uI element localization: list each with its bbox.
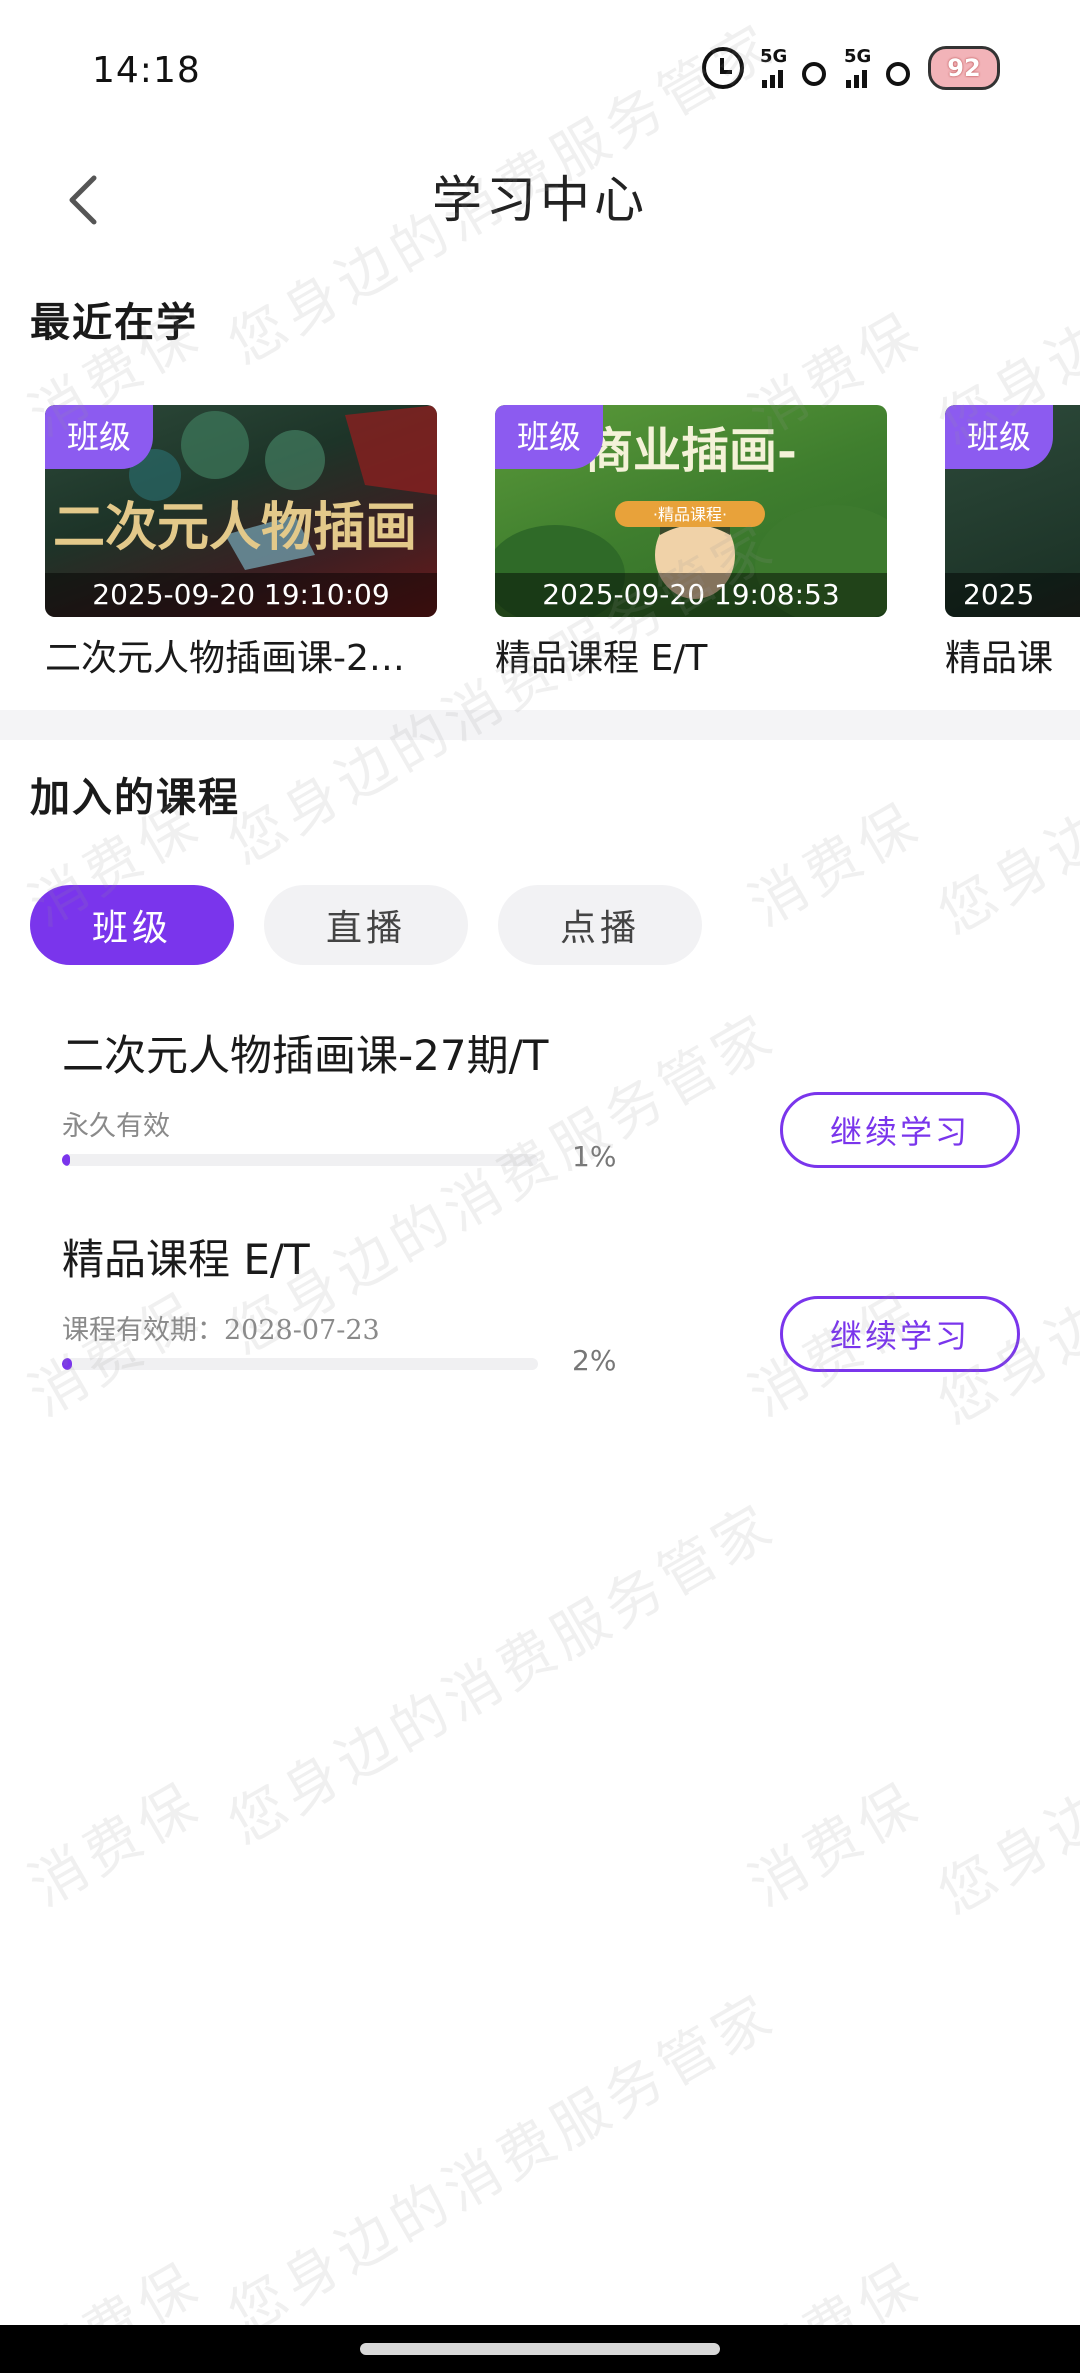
tab-class[interactable]: 班级 — [30, 885, 234, 965]
home-indicator[interactable] — [360, 2343, 720, 2355]
recent-course-card[interactable]: 商业插画- ·精品课程· 班级 2025-09-20 19:08:53 精品课程… — [495, 405, 887, 681]
page-title: 学习中心 — [432, 171, 648, 229]
recent-course-title[interactable]: 精品课 — [945, 629, 1080, 681]
course-thumbnail[interactable]: 商业插画- ·精品课程· 班级 2025-09-20 19:08:53 — [495, 405, 887, 617]
watermark-text: 您身边的消费服务管家 — [927, 1561, 1080, 1928]
recent-course-strip[interactable]: 二次元人物插画 班级 2025-09-20 19:10:09 二次元人物插画课-… — [0, 405, 1080, 685]
alarm-icon — [702, 47, 744, 89]
course-list-item[interactable]: 二次元人物插画课-27期/T 永久有效 1% 继续学习 — [0, 1022, 1080, 1202]
recent-course-title[interactable]: 二次元人物插画课-2… — [45, 629, 437, 681]
watermark-text: 消费保 — [18, 1770, 213, 1920]
last-study-time: 2025-09-20 19:08:53 — [495, 573, 887, 617]
course-list-item[interactable]: 精品课程 E/T 课程有效期：2028-07-23 2% 继续学习 — [0, 1226, 1080, 1406]
course-name[interactable]: 精品课程 E/T — [62, 1226, 310, 1287]
signal-5g-icon: 5G — [760, 46, 828, 90]
continue-learning-button[interactable]: 继续学习 — [780, 1296, 1020, 1372]
course-thumbnail[interactable]: 班级 2025 — [945, 405, 1080, 617]
recent-course-title[interactable]: 精品课程 E/T — [495, 629, 887, 681]
recent-course-card[interactable]: 班级 2025 精品课 — [945, 405, 1080, 681]
cover-title-art: 二次元人物插画 — [53, 497, 417, 558]
last-study-time: 2025-09-20 19:10:09 — [45, 573, 437, 617]
progress-fill — [62, 1358, 72, 1370]
header: 学习中心 — [0, 140, 1080, 260]
progress-fill — [62, 1154, 70, 1166]
progress-percent: 2% — [572, 1344, 617, 1377]
progress-percent: 1% — [572, 1140, 617, 1173]
progress-bar — [62, 1154, 538, 1166]
joined-section-title: 加入的课程 — [30, 774, 240, 821]
cover-title-art: 商业插画- — [585, 423, 797, 479]
watermark-text: 您身边的消费服务管家 — [217, 1981, 788, 2348]
status-icons: 5G 5G 92 — [702, 46, 1000, 90]
course-name[interactable]: 二次元人物插画课-27期/T — [62, 1022, 548, 1083]
continue-learning-button[interactable]: 继续学习 — [780, 1092, 1020, 1168]
signal-5g-icon: 5G — [844, 46, 912, 90]
section-divider — [0, 710, 1080, 740]
tab-on-demand[interactable]: 点播 — [498, 885, 702, 965]
course-type-tabs: 班级 直播 点播 — [30, 885, 702, 965]
watermark-text: 消费保 — [738, 1770, 933, 1920]
class-badge: 班级 — [45, 405, 154, 469]
recent-section-title: 最近在学 — [30, 299, 198, 346]
status-time: 14:18 — [92, 50, 201, 91]
course-thumbnail[interactable]: 二次元人物插画 班级 2025-09-20 19:10:09 — [45, 405, 437, 617]
course-validity: 永久有效 — [62, 1111, 170, 1142]
status-bar: 14:18 5G 5G 92 — [0, 0, 1080, 140]
last-study-time: 2025 — [945, 573, 1080, 617]
class-badge: 班级 — [495, 405, 604, 469]
watermark-text: 您身边的消费服务管家 — [217, 1491, 788, 1858]
tab-live[interactable]: 直播 — [264, 885, 468, 965]
battery-icon: 92 — [928, 46, 1000, 90]
watermark-text: 消费保 — [738, 790, 933, 940]
recent-course-card[interactable]: 二次元人物插画 班级 2025-09-20 19:10:09 二次元人物插画课-… — [45, 405, 437, 681]
class-badge: 班级 — [945, 405, 1054, 469]
course-validity: 课程有效期：2028-07-23 — [62, 1315, 380, 1346]
progress-bar — [62, 1358, 538, 1370]
svg-text:·精品课程·: ·精品课程· — [653, 505, 727, 524]
